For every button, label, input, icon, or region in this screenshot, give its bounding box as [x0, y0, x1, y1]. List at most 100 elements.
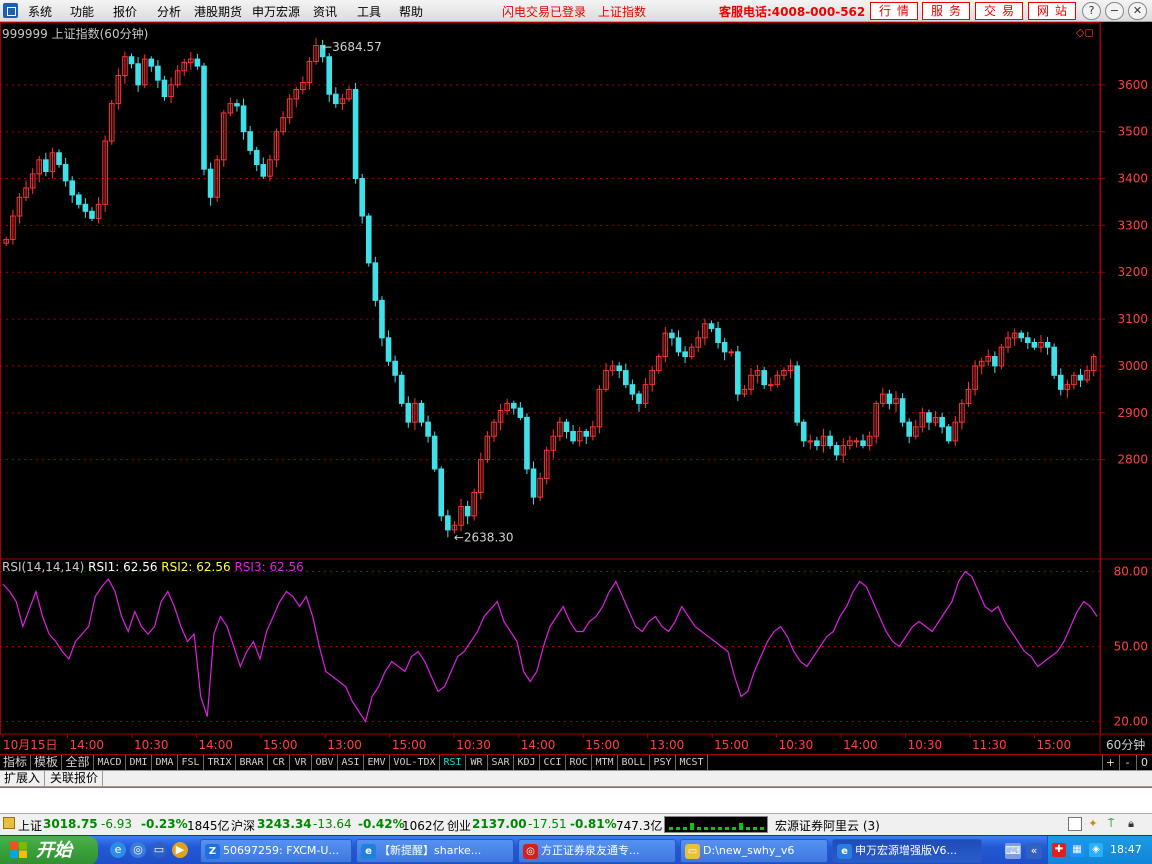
tab-extension[interactable]: 扩展入 [0, 771, 46, 786]
candle-body [464, 505, 471, 517]
task-founder[interactable]: ◎ 方正证券泉友通专... [518, 839, 676, 863]
menu-quotes[interactable]: 报价 [113, 3, 137, 20]
flash-trade-status[interactable]: 闪电交易已登录 [502, 3, 586, 20]
menu-news[interactable]: 资讯 [313, 3, 337, 20]
tab-indicator-dma[interactable]: DMA [152, 755, 178, 770]
current-index-label[interactable]: 上证指数 [598, 3, 646, 20]
tab-indicator-macd[interactable]: MACD [94, 755, 126, 770]
trade-button[interactable]: 交易 [975, 2, 1023, 20]
tab-indicator-emv[interactable]: EMV [364, 755, 390, 770]
candle-body [622, 370, 629, 386]
candle-body [431, 435, 438, 470]
task-folder-label: D:\new_swhy_v6 [703, 844, 795, 857]
close-icon[interactable]: ✕ [1128, 2, 1147, 20]
start-button[interactable]: 开始 [0, 836, 98, 864]
menu-analysis[interactable]: 分析 [157, 3, 181, 20]
keyboard-icon[interactable]: ⌨ [1005, 843, 1021, 859]
tab-indicator-fsl[interactable]: FSL [178, 755, 204, 770]
time-tick-label: 15:00 [392, 738, 427, 752]
tab-indicator-vr[interactable]: VR [290, 755, 312, 770]
indicator-tab-strip: 指标 模板 全部 MACD DMI DMA FSL TRIX BRAR CR VR OBV ASI EMV… [0, 755, 1152, 770]
candle-body [708, 323, 715, 329]
help-icon[interactable]: ? [1082, 2, 1101, 20]
candle-body [833, 445, 840, 456]
candle-body [1057, 374, 1064, 390]
tab-indicator-roc[interactable]: ROC [566, 755, 592, 770]
task-fxcm[interactable]: Z 50697259: FXCM-U... [200, 839, 352, 863]
task-swhy[interactable]: e 申万宏源增强版V6... [832, 839, 982, 863]
tab-indicator-obv[interactable]: OBV [312, 755, 338, 770]
menu-hk-futures[interactable]: 港股期货 [194, 3, 242, 20]
window-icon[interactable] [1068, 817, 1082, 831]
tab-indicator-trix[interactable]: TRIX [204, 755, 236, 770]
tray-flag-icon[interactable]: ✚ [1052, 843, 1066, 857]
price-tick-label: 3500 [1117, 125, 1148, 139]
website-button[interactable]: 网站 [1028, 2, 1076, 20]
candle-body [405, 402, 412, 423]
media-icon[interactable]: ▶ [172, 842, 188, 858]
extension-panel [0, 787, 1152, 813]
service-button[interactable]: 服务 [922, 2, 970, 20]
zoom-in-button[interactable]: + [1102, 755, 1118, 770]
candle-body [418, 402, 425, 423]
menu-swhy[interactable]: 申万宏源 [252, 3, 300, 20]
menu-help[interactable]: 帮助 [399, 3, 423, 20]
tab-indicator-sar[interactable]: SAR [488, 755, 514, 770]
tab-left-2[interactable]: 全部 [62, 755, 94, 770]
chevron-left-icon[interactable]: « [1026, 843, 1042, 859]
tab-related-quotes[interactable]: 关联报价 [46, 771, 104, 786]
chart-canvas[interactable]: ◇◻ 2800 2900 3000 3100 3200 3300 3400 3500 3600 ←3… [0, 22, 1152, 755]
tab-indicator-asi[interactable]: ASI [338, 755, 364, 770]
rsi2-label: RSI2: 62.56 [161, 560, 231, 574]
tab-indicator-cr[interactable]: CR [268, 755, 290, 770]
task-reminder[interactable]: e 【新提醒】sharke... [356, 839, 514, 863]
tray-network-icon[interactable]: ▦ [1070, 843, 1084, 857]
tab-indicator-psy[interactable]: PSY [650, 755, 676, 770]
antenna-icon[interactable]: ⍑ [1104, 817, 1118, 831]
candle-body [524, 416, 530, 470]
tab-indicator-kdj[interactable]: KDJ [514, 755, 540, 770]
tab-left-0[interactable]: 指标 [0, 755, 31, 770]
candle-body [333, 93, 339, 105]
hs-label: 沪深 [231, 819, 256, 833]
bulb-icon[interactable]: ✦ [1086, 817, 1100, 831]
tab-indicator-vol-tdx[interactable]: VOL-TDX [390, 755, 440, 770]
app-logo-icon[interactable] [3, 3, 18, 18]
tab-indicator-mtm[interactable]: MTM [592, 755, 618, 770]
menu-system[interactable]: 系统 [28, 3, 52, 20]
tray-shield-icon[interactable]: ◈ [1089, 843, 1103, 857]
candle-body [445, 515, 451, 531]
signal-bar [739, 823, 743, 830]
zoom-out-button[interactable]: - [1119, 755, 1135, 770]
task-folder[interactable]: ▭ D:\new_swhy_v6 [680, 839, 828, 863]
candle-body [62, 163, 69, 182]
lock-icon[interactable]: 🔒︎ [1124, 817, 1138, 831]
tab-indicator-cci[interactable]: CCI [540, 755, 566, 770]
status-icon [3, 817, 15, 829]
signal-bar [690, 823, 694, 830]
tab-indicator-brar[interactable]: BRAR [236, 755, 268, 770]
signal-bar [711, 827, 715, 830]
quotes-button[interactable]: 行情 [870, 2, 918, 20]
menu-tools[interactable]: 工具 [357, 3, 381, 20]
chart-area[interactable]: ◇◻ 2800 2900 3000 3100 3200 3300 3400 3500 3600 ←3… [0, 22, 1152, 755]
reset-zoom-button[interactable]: 0 [1136, 755, 1152, 770]
server-name[interactable]: 宏源证券阿里云 (3) [775, 817, 880, 834]
browser-icon[interactable]: ◎ [130, 842, 146, 858]
ie-icon[interactable]: e [110, 842, 126, 858]
tab-indicator-mcst[interactable]: MCST [676, 755, 708, 770]
tab-left-1[interactable]: 模板 [31, 755, 62, 770]
signal-bar [746, 827, 750, 830]
tab-indicator-wr[interactable]: WR [466, 755, 488, 770]
tab-indicator-rsi[interactable]: RSI [440, 755, 466, 770]
candle-body [814, 440, 820, 447]
show-desktop-icon[interactable]: ▭ [151, 842, 167, 858]
tab-indicator-dmi[interactable]: DMI [126, 755, 152, 770]
minimize-icon[interactable]: − [1105, 2, 1124, 20]
candle-body [234, 103, 240, 107]
candle-body [379, 299, 385, 339]
menu-function[interactable]: 功能 [70, 3, 94, 20]
candle-body [1031, 342, 1038, 348]
rsi-params: RSI(14,14,14) [2, 560, 85, 574]
tab-indicator-boll[interactable]: BOLL [618, 755, 650, 770]
